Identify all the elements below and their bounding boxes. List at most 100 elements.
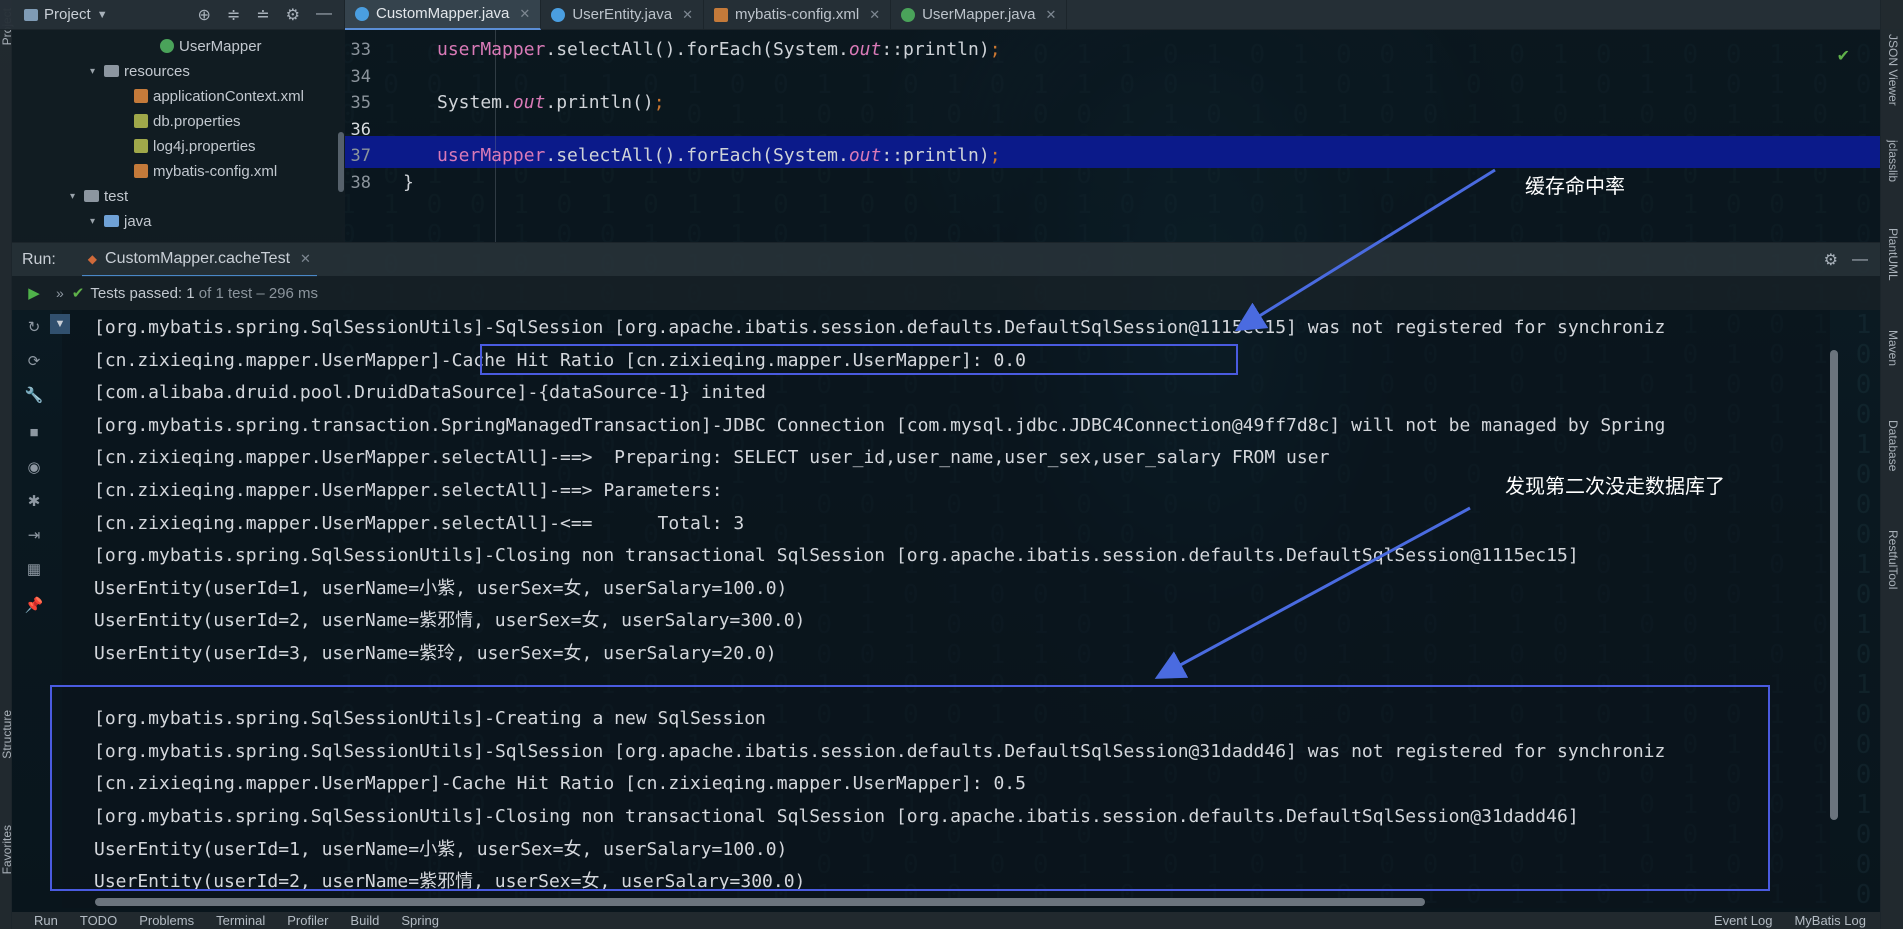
gear-icon[interactable]: ⚙	[286, 5, 300, 25]
bottom-tab-terminal[interactable]: Terminal	[216, 913, 265, 928]
console-line: UserEntity(userId=3, userName=紫玲, userSe…	[94, 643, 777, 664]
pin-icon[interactable]: 📌	[24, 596, 44, 616]
code-token: ::println)	[881, 145, 990, 166]
code-token: out	[512, 92, 546, 113]
run-label: Run:	[22, 250, 56, 268]
code-line[interactable]: userMapper.selectAll().forEach(System.ou…	[437, 140, 1001, 172]
close-icon[interactable]: ✕	[300, 251, 311, 267]
tree-item[interactable]: mybatis-config.xml	[134, 161, 277, 181]
code-editor[interactable]: 33 userMapper.selectAll().forEach(System.…	[345, 30, 1880, 242]
project-panel-icon	[24, 8, 38, 21]
editor-tab-label: UserMapper.java	[922, 6, 1036, 23]
close-icon[interactable]: ✕	[1045, 7, 1056, 23]
debug-icon[interactable]: ✱	[24, 492, 44, 512]
top-tab-bar: Project ▼ ⊕ ≑ ≐ ⚙ — CustomMapper.java ✕ …	[0, 0, 1903, 30]
code-token: ;	[653, 92, 665, 113]
tree-item[interactable]: db.properties	[134, 111, 241, 131]
bottom-tab-profiler[interactable]: Profiler	[287, 913, 328, 928]
close-icon[interactable]: ✕	[869, 7, 880, 23]
right-tool-strip: JSON Viewer jclasslib PlantUML Maven Dat…	[1880, 0, 1903, 929]
code-token: out	[848, 39, 882, 60]
locate-file-icon[interactable]: ⊕	[197, 5, 210, 25]
import-icon[interactable]: ⇥	[24, 526, 44, 546]
bottom-tab-problems[interactable]: Problems	[139, 913, 194, 928]
minimize-icon[interactable]: —	[1852, 251, 1868, 269]
close-icon[interactable]: ✕	[682, 7, 693, 23]
run-config-tab[interactable]: ◆ CustomMapper.cacheTest ✕	[81, 243, 317, 277]
code-line[interactable]: }	[403, 167, 414, 199]
properties-file-icon	[134, 114, 148, 128]
editor-tab-custommapper[interactable]: CustomMapper.java ✕	[345, 0, 542, 30]
left-tool-strip: Project Structure Favorites	[0, 0, 14, 929]
bottom-tab-todo[interactable]: TODO	[80, 913, 117, 928]
json-viewer-label[interactable]: JSON Viewer	[1886, 34, 1900, 106]
annotation-cache-hit-ratio: 缓存命中率	[1525, 174, 1625, 198]
expand-all-icon[interactable]: ≑	[227, 5, 240, 25]
gear-icon[interactable]: ⚙	[1824, 250, 1838, 270]
code-token: .selectAll().forEach(System.	[545, 145, 849, 166]
test-status: ✔ Tests passed: 1 of 1 test – 296 ms	[72, 284, 318, 303]
jclasslib-label[interactable]: jclasslib	[1886, 140, 1900, 182]
collapse-all-icon[interactable]: ≐	[256, 5, 269, 25]
chevron-down-icon[interactable]: ▾	[90, 66, 104, 77]
toggle-auto-test-icon[interactable]: ⟳	[24, 352, 44, 372]
project-panel-title[interactable]: Project	[44, 6, 91, 23]
camera-icon[interactable]: ◉	[24, 458, 44, 478]
bottom-tab-event-log[interactable]: Event Log	[1714, 913, 1773, 928]
tree-item-label: applicationContext.xml	[153, 87, 304, 105]
java-class-icon	[551, 7, 566, 22]
collapse-icon[interactable]: ▼	[50, 314, 70, 334]
plantuml-label[interactable]: PlantUML	[1886, 228, 1900, 281]
database-label[interactable]: Database	[1886, 420, 1900, 471]
bottom-tab-mybatis-log[interactable]: MyBatis Log	[1794, 913, 1866, 928]
wrench-icon[interactable]: 🔧	[24, 386, 44, 406]
console-line: [org.mybatis.spring.transaction.SpringMa…	[94, 414, 1666, 436]
minimize-icon[interactable]: —	[316, 5, 332, 25]
chevron-down-icon[interactable]: ▾	[90, 216, 104, 227]
editor-tab-mybatis-config[interactable]: mybatis-config.xml ✕	[704, 0, 892, 30]
highlight-box-hit-ratio	[480, 344, 1238, 375]
code-line[interactable]: userMapper.selectAll().forEach(System.ou…	[437, 34, 1001, 66]
java-interface-icon	[160, 39, 174, 53]
code-token: userMapper	[437, 39, 546, 60]
editor-tab-usermapper[interactable]: UserMapper.java ✕	[891, 0, 1068, 30]
tree-item[interactable]: applicationContext.xml	[134, 86, 304, 106]
tree-item[interactable]: ▾ java	[90, 211, 152, 231]
maven-label[interactable]: Maven	[1886, 330, 1900, 366]
console-vertical-scrollbar[interactable]	[1830, 350, 1838, 820]
stop-icon[interactable]: ■	[24, 424, 44, 444]
tree-item-label: log4j.properties	[153, 137, 256, 155]
project-tree: UserMapper ▾ resources applicationContex…	[12, 30, 345, 242]
tree-item[interactable]: log4j.properties	[134, 136, 256, 156]
rerun-failed-icon[interactable]: ↻	[24, 318, 44, 338]
close-icon[interactable]: ✕	[519, 6, 530, 22]
inspection-ok-icon[interactable]: ✔	[1837, 46, 1850, 66]
code-line[interactable]: System.out.println();	[437, 87, 665, 119]
tree-scrollbar[interactable]	[338, 132, 344, 192]
folder-icon	[104, 65, 119, 77]
tree-item[interactable]: ▾ resources	[90, 61, 190, 81]
chevron-down-icon[interactable]: ▼	[97, 9, 108, 21]
code-token: ;	[989, 39, 1001, 60]
bottom-tab-build[interactable]: Build	[350, 913, 379, 928]
bottom-tab-run[interactable]: Run	[34, 913, 58, 928]
highlight-box-second-query	[50, 685, 1770, 891]
tree-item-label: db.properties	[153, 112, 241, 130]
code-token: ;	[989, 145, 1001, 166]
tree-item[interactable]: ▾ test	[70, 186, 128, 206]
tree-item-label: mybatis-config.xml	[153, 162, 278, 180]
tree-item[interactable]: UserMapper	[160, 36, 262, 56]
editor-tab-label: CustomMapper.java	[376, 5, 510, 22]
rerun-icon[interactable]: ▶	[24, 284, 44, 304]
editor-tab-userentity[interactable]: UserEntity.java ✕	[541, 0, 704, 30]
bottom-tab-spring[interactable]: Spring	[401, 913, 439, 928]
folder-icon	[84, 190, 99, 202]
layout-icon[interactable]: ▦	[24, 560, 44, 580]
chevron-down-icon[interactable]: ▾	[70, 191, 84, 202]
tree-item-label: test	[104, 187, 129, 205]
xml-file-icon	[134, 164, 148, 178]
line-number[interactable]: 38	[345, 167, 371, 199]
console-horizontal-scrollbar[interactable]	[95, 898, 1425, 906]
restfultool-label[interactable]: RestfulTool	[1886, 530, 1900, 589]
test-status-prefix: Tests passed:	[90, 284, 183, 302]
